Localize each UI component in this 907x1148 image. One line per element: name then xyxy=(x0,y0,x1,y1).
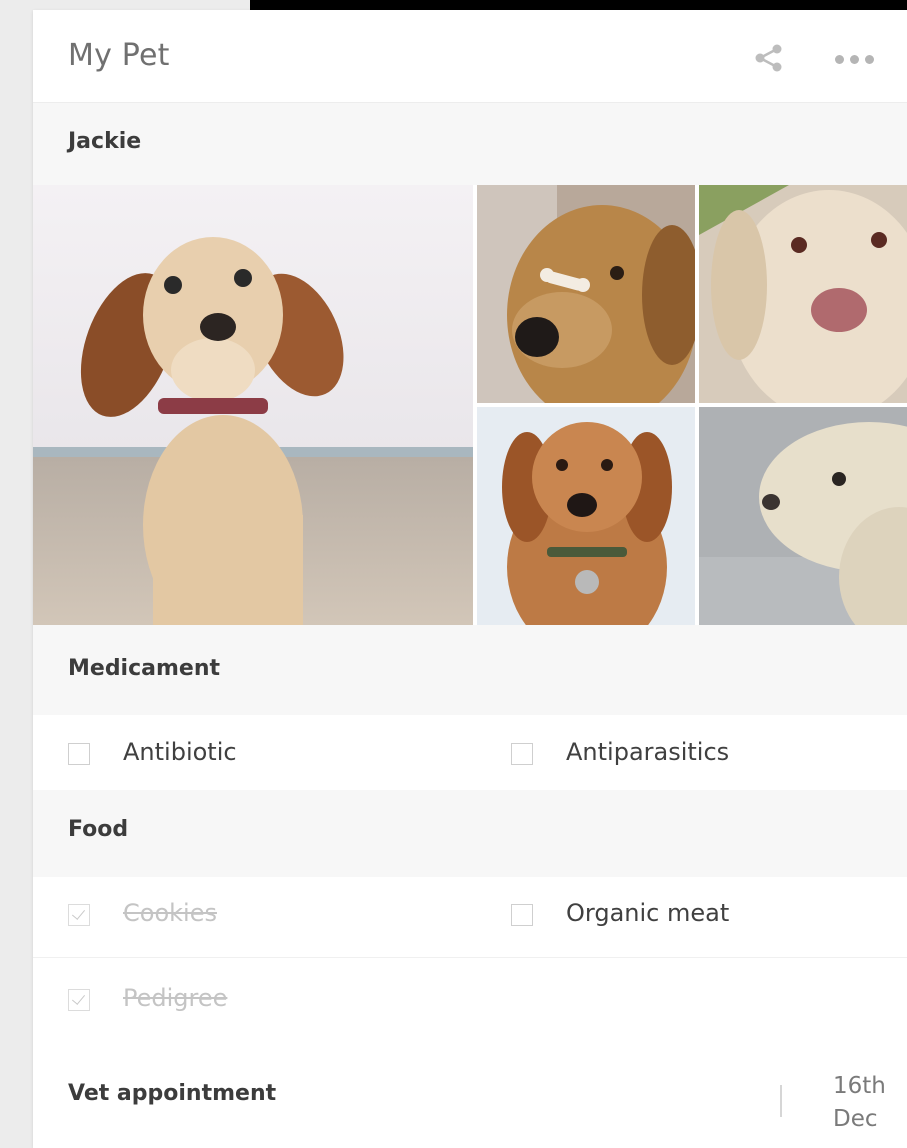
antibiotic-label: Antibiotic xyxy=(123,738,237,766)
share-icon xyxy=(755,44,782,72)
food-row-1: Cookies Organic meat xyxy=(33,877,907,957)
antiparasitics-label: Antiparasitics xyxy=(566,738,730,766)
medicament-header: Medicament xyxy=(33,625,907,715)
organic-meat-checkbox[interactable] xyxy=(511,904,533,926)
more-dot xyxy=(850,55,859,64)
food-row-2: Pedigree xyxy=(33,957,907,1038)
more-button[interactable] xyxy=(827,40,883,76)
medicament-title: Medicament xyxy=(68,656,221,681)
vet-date: 16th Dec xyxy=(833,1070,886,1136)
share-button[interactable] xyxy=(751,40,787,76)
cookies-item[interactable]: Cookies xyxy=(68,896,328,936)
vet-divider xyxy=(780,1085,782,1117)
more-horizontal-icon xyxy=(835,55,844,64)
pet-photo-4[interactable] xyxy=(477,407,695,625)
pet-photo-3[interactable] xyxy=(699,185,907,403)
cookies-label: Cookies xyxy=(123,899,217,927)
cookies-checkbox[interactable] xyxy=(68,904,90,926)
card-header: My Pet xyxy=(33,10,907,103)
pedigree-checkbox[interactable] xyxy=(68,989,90,1011)
medicament-row: Antibiotic Antiparasitics xyxy=(33,715,907,795)
top-dark-bar xyxy=(250,0,907,10)
food-header: Food xyxy=(33,790,907,877)
page-title: My Pet xyxy=(68,38,170,73)
antibiotic-checkbox[interactable] xyxy=(68,743,90,765)
pet-name: Jackie xyxy=(68,129,142,154)
pet-photo-5[interactable] xyxy=(699,407,907,625)
organic-meat-item[interactable]: Organic meat xyxy=(511,896,811,936)
antiparasitics-checkbox[interactable] xyxy=(511,743,533,765)
more-dot xyxy=(865,55,874,64)
pedigree-item[interactable]: Pedigree xyxy=(68,981,328,1021)
food-title: Food xyxy=(68,817,129,842)
antibiotic-item[interactable]: Antibiotic xyxy=(68,735,328,775)
vet-appointment-row[interactable]: Vet appointment 16th Dec xyxy=(33,1048,907,1148)
pet-card: My Pet Jackie Medicament Antibiotic Anti… xyxy=(33,10,907,1148)
vet-date-month: Dec xyxy=(833,1106,878,1132)
vet-date-day: 16th xyxy=(833,1073,886,1099)
main-pet-photo[interactable] xyxy=(33,185,473,625)
pet-photo-2[interactable] xyxy=(477,185,695,403)
antiparasitics-item[interactable]: Antiparasitics xyxy=(511,735,811,775)
vet-appointment-label: Vet appointment xyxy=(68,1081,277,1106)
pedigree-label: Pedigree xyxy=(123,984,228,1012)
photo-gallery xyxy=(33,185,907,625)
pet-name-header: Jackie xyxy=(33,103,907,185)
organic-meat-label: Organic meat xyxy=(566,899,730,927)
